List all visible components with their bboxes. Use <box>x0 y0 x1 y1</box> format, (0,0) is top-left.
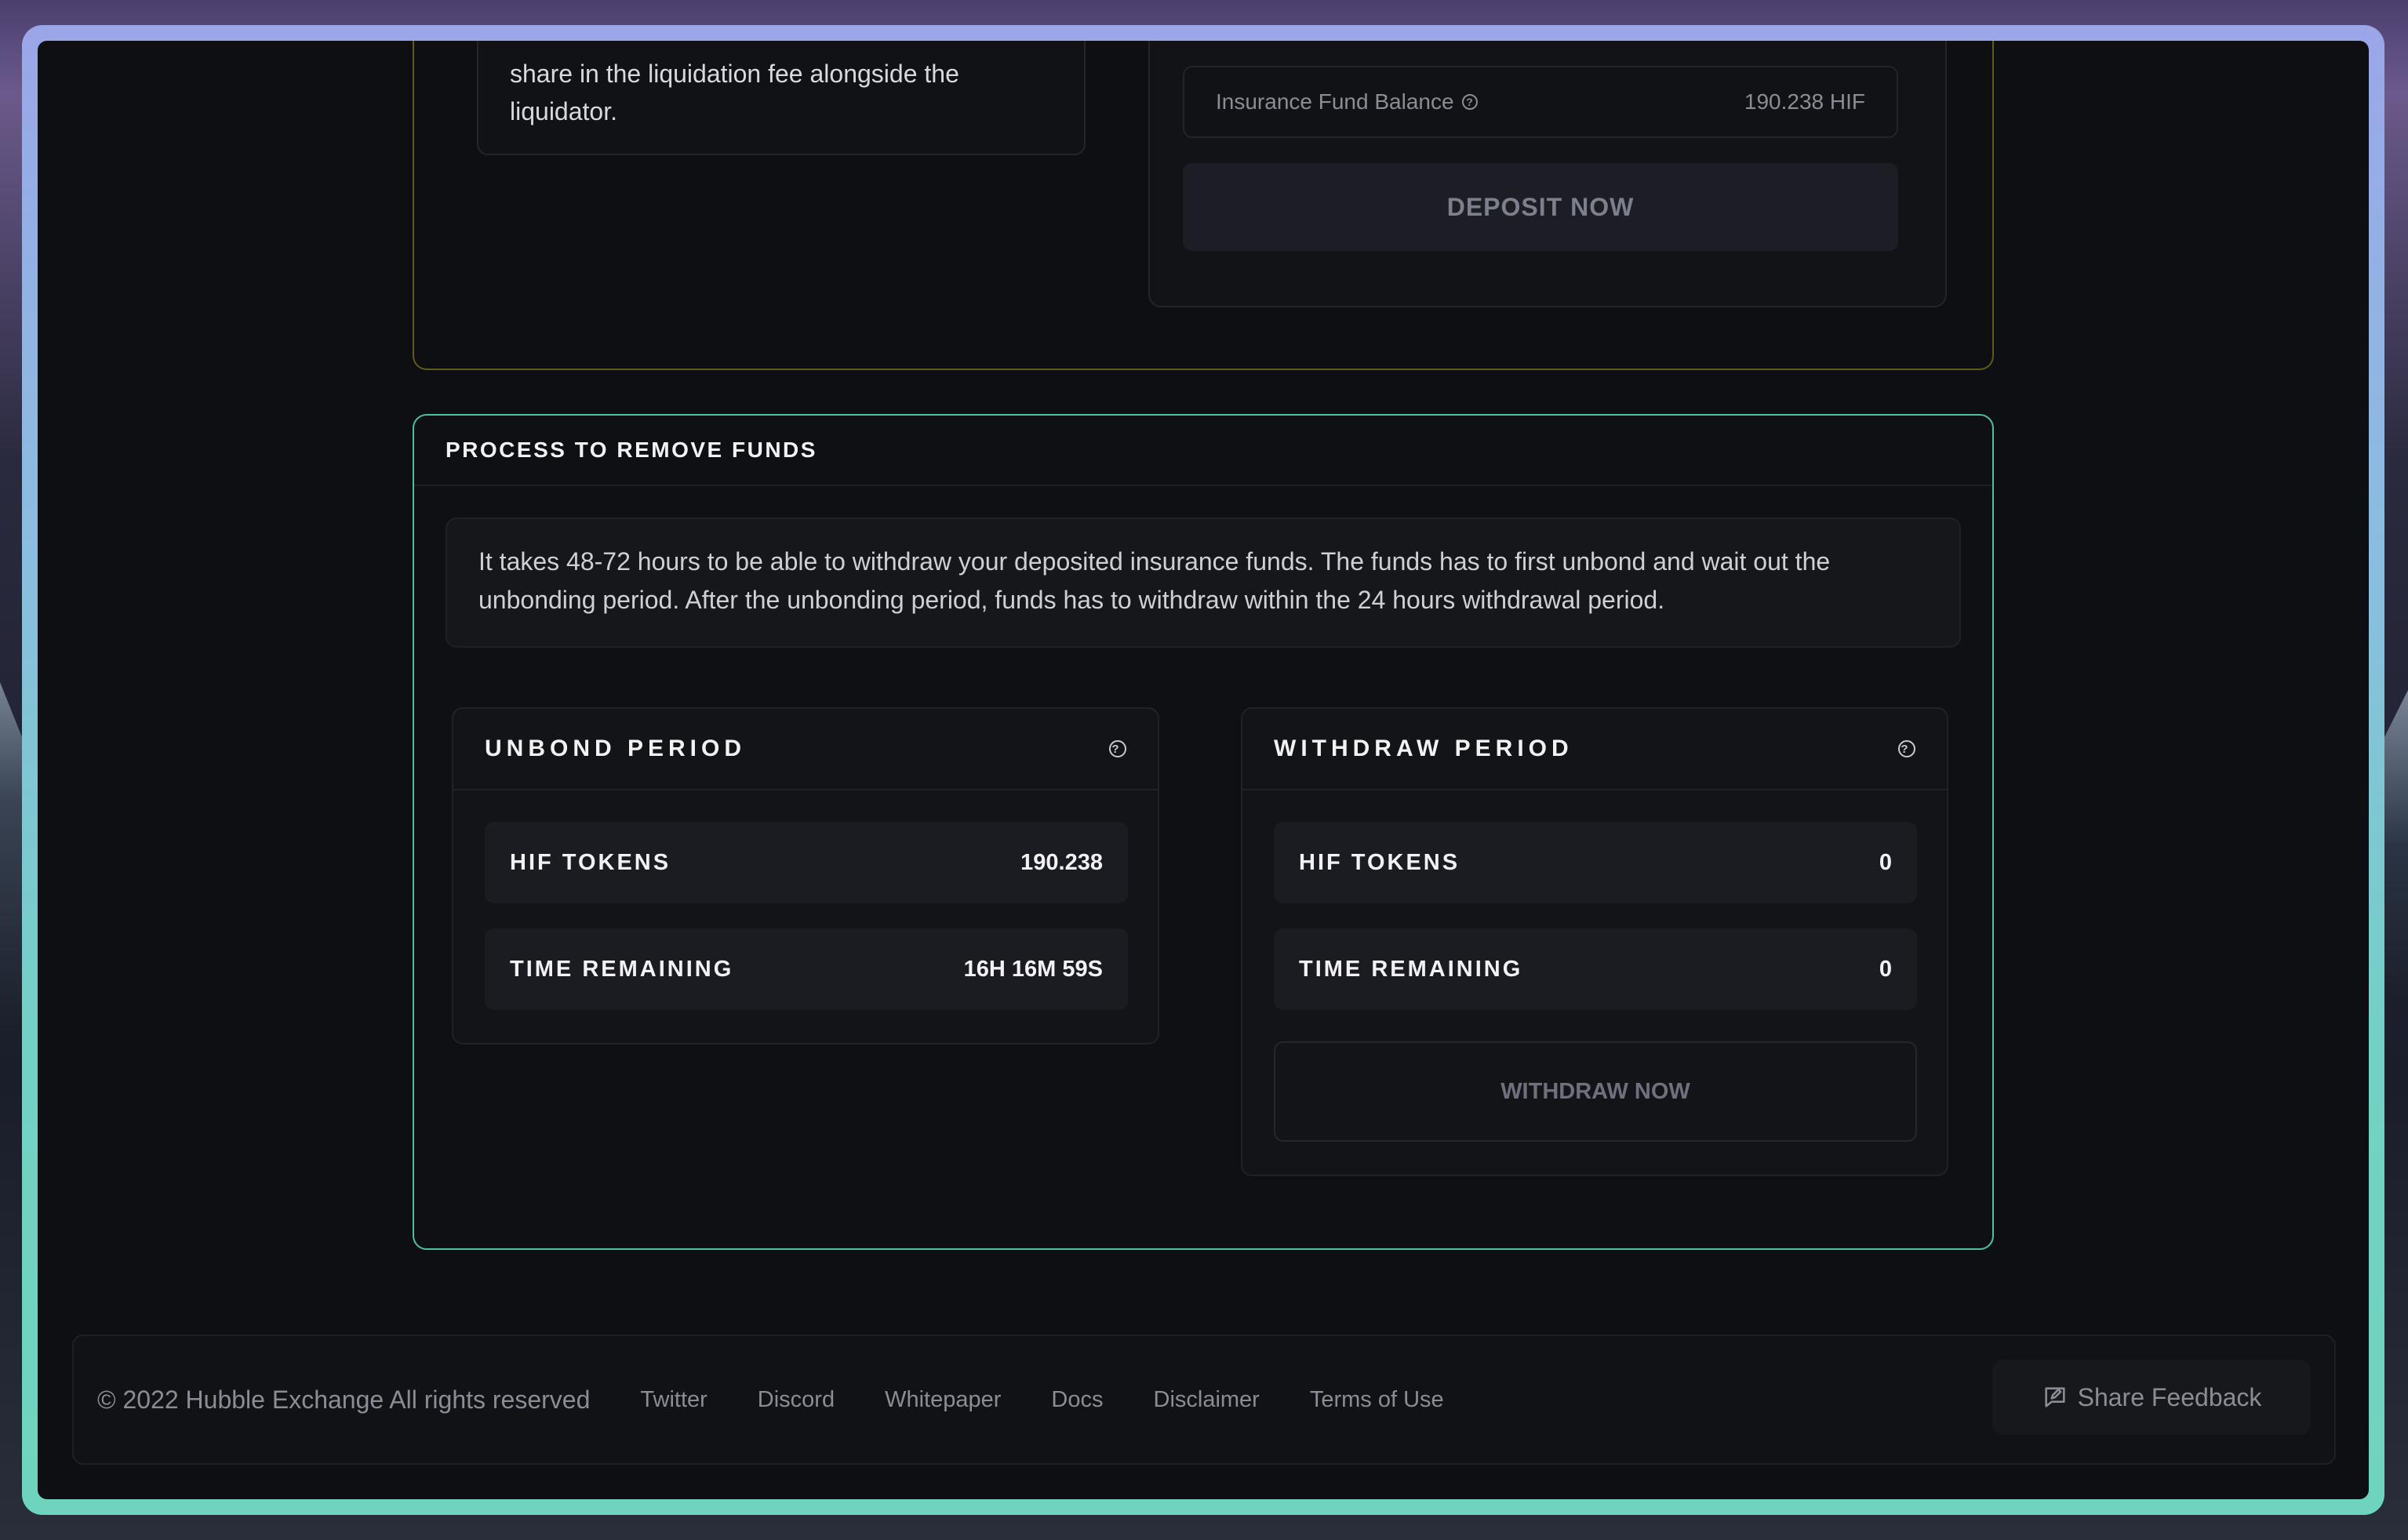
copyright-text: © 2022 Hubble Exchange All rights reserv… <box>97 1385 591 1414</box>
unbond-time-remaining-row: TIME REMAINING 16H 16M 59S <box>485 928 1128 1010</box>
withdraw-time-remaining-label: TIME REMAINING <box>1299 956 1523 982</box>
unbond-time-remaining-label: TIME REMAINING <box>510 956 734 982</box>
footer: © 2022 Hubble Exchange All rights reserv… <box>72 1335 2336 1465</box>
deposit-now-button[interactable]: DEPOSIT NOW <box>1183 163 1898 251</box>
unbond-period-title: UNBOND PERIOD <box>485 735 747 761</box>
app-screen: share in the liquidation fee alongside t… <box>38 41 2369 1499</box>
unbond-hif-tokens-label: HIF TOKENS <box>510 849 671 875</box>
withdraw-now-button[interactable]: WITHDRAW NOW <box>1274 1041 1917 1142</box>
footer-link-twitter[interactable]: Twitter <box>640 1387 707 1413</box>
liquidation-info-box: share in the liquidation fee alongside t… <box>477 41 1086 155</box>
question-circle-icon[interactable]: ? <box>1109 740 1126 757</box>
insurance-fund-balance-label: Insurance Fund Balance ? <box>1216 89 1478 114</box>
withdraw-hif-tokens-value: 0 <box>1879 849 1892 875</box>
unbond-period-card: UNBOND PERIOD ? HIF TOKENS 190.238 TIME … <box>452 707 1159 1044</box>
footer-links: Twitter Discord Whitepaper Docs Disclaim… <box>640 1387 1443 1413</box>
footer-link-terms[interactable]: Terms of Use <box>1310 1387 1444 1413</box>
unbond-hif-tokens-value: 190.238 <box>1020 849 1103 875</box>
deposit-panel: Insurance Fund Balance ? 190.238 HIF DEP… <box>1148 41 1947 307</box>
withdraw-period-title: WITHDRAW PERIOD <box>1274 735 1573 761</box>
withdraw-hif-tokens-label: HIF TOKENS <box>1299 849 1460 875</box>
process-remove-funds-title: PROCESS TO REMOVE FUNDS <box>414 416 1992 486</box>
footer-link-discord[interactable]: Discord <box>758 1387 835 1413</box>
withdraw-period-header: WITHDRAW PERIOD ? <box>1242 709 1947 790</box>
footer-link-disclaimer[interactable]: Disclaimer <box>1154 1387 1260 1413</box>
unbond-hif-tokens-row: HIF TOKENS 190.238 <box>485 822 1128 903</box>
insurance-fund-balance-row: Insurance Fund Balance ? 190.238 HIF <box>1183 66 1898 138</box>
question-circle-icon[interactable]: ? <box>1898 740 1915 757</box>
app-window-frame: share in the liquidation fee alongside t… <box>22 25 2384 1515</box>
withdraw-period-card: WITHDRAW PERIOD ? HIF TOKENS 0 TIME REMA… <box>1241 707 1948 1176</box>
insurance-fund-balance-value: 190.238 HIF <box>1744 89 1865 114</box>
process-remove-funds-card: PROCESS TO REMOVE FUNDS It takes 48-72 h… <box>413 414 1994 1250</box>
chat-edit-icon <box>2044 1387 2065 1407</box>
question-circle-icon[interactable]: ? <box>1461 94 1478 110</box>
withdraw-hif-tokens-row: HIF TOKENS 0 <box>1274 822 1917 903</box>
share-feedback-label: Share Feedback <box>2077 1382 2262 1411</box>
footer-link-docs[interactable]: Docs <box>1051 1387 1103 1413</box>
liquidation-info-text: share in the liquidation fee alongside t… <box>510 60 959 125</box>
insurance-fund-balance-text: Insurance Fund Balance <box>1216 89 1454 114</box>
process-info-text: It takes 48-72 hours to be able to withd… <box>446 518 1961 648</box>
footer-link-whitepaper[interactable]: Whitepaper <box>885 1387 1001 1413</box>
unbond-time-remaining-value: 16H 16M 59S <box>963 956 1103 982</box>
unbond-period-header: UNBOND PERIOD ? <box>453 709 1158 790</box>
withdraw-time-remaining-row: TIME REMAINING 0 <box>1274 928 1917 1010</box>
share-feedback-button[interactable]: Share Feedback <box>1992 1360 2311 1435</box>
insurance-fund-card: share in the liquidation fee alongside t… <box>413 41 1994 370</box>
withdraw-time-remaining-value: 0 <box>1879 956 1892 982</box>
